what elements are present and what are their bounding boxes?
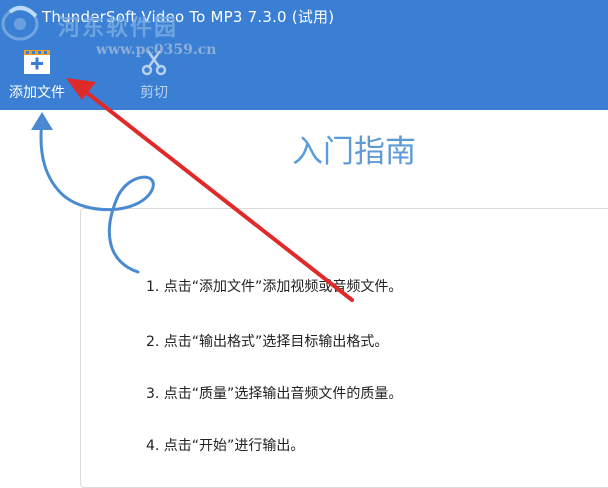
cut-label: 剪切	[140, 85, 168, 101]
toolbar: 添加文件 剪切	[0, 34, 608, 110]
guide-title: 入门指南	[292, 134, 416, 170]
add-video-icon	[24, 50, 50, 74]
guide-step: 2. 点击“输出格式”选择目标输出格式。	[146, 334, 389, 350]
guide-step: 1. 点击“添加文件”添加视频或音频文件。	[146, 279, 403, 295]
guide-step: 3. 点击“质量”选择输出音频文件的质量。	[146, 386, 403, 402]
watermark-url: www.pc0359.cn	[96, 42, 217, 58]
watermark-logo	[1, 5, 39, 41]
watermark-site-name: 河东软件园	[58, 15, 179, 41]
guide-step: 4. 点击“开始”进行输出。	[146, 438, 305, 454]
blue-arrowhead	[31, 112, 53, 130]
add-file-label: 添加文件	[9, 85, 65, 101]
add-file-button[interactable]: 添加文件	[5, 48, 69, 106]
